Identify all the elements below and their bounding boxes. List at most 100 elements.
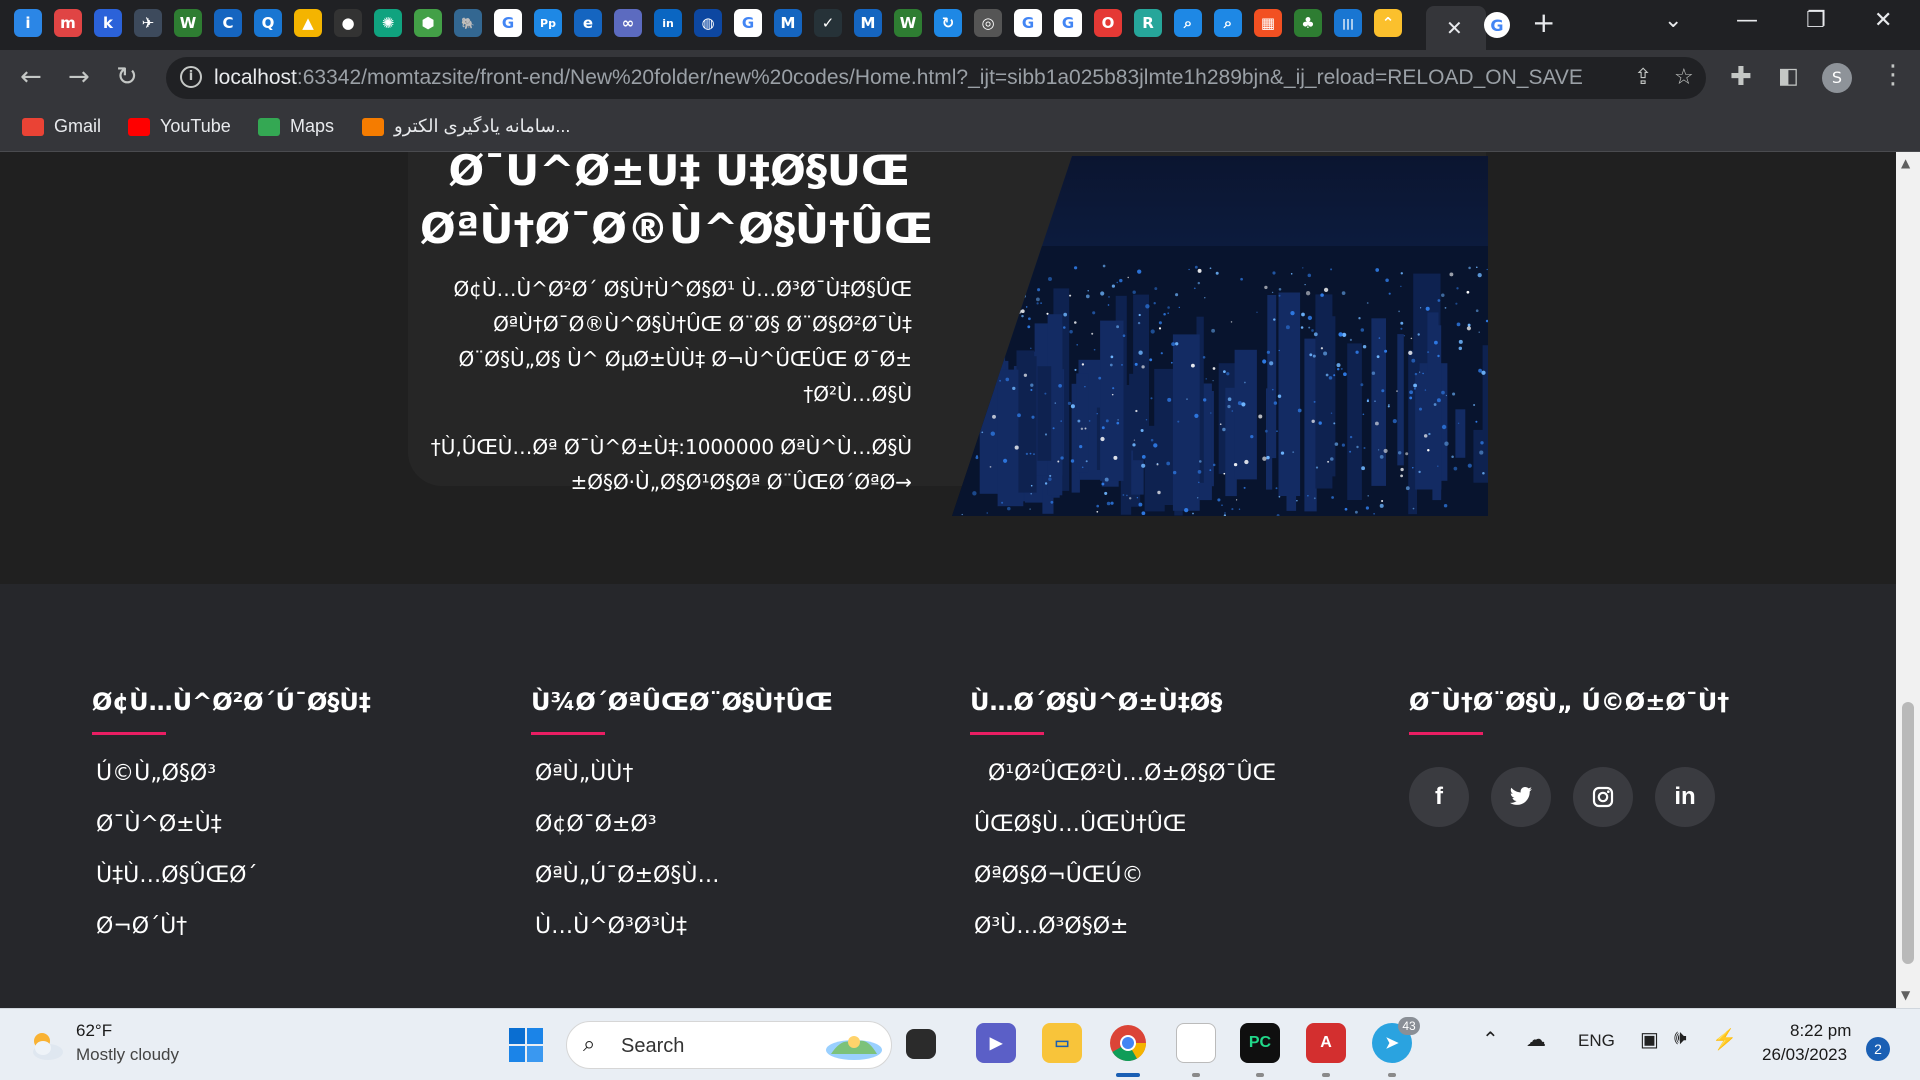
- jetbrains-toolbox-favicon[interactable]: i: [14, 9, 42, 37]
- notepad-icon[interactable]: [1176, 1023, 1216, 1063]
- onedrive-icon[interactable]: ☁: [1526, 1027, 1546, 1052]
- paper-plane-favicon[interactable]: ✈: [134, 9, 162, 37]
- bookmark-maps[interactable]: Maps: [258, 116, 334, 137]
- footer-link[interactable]: ÛŒØ§Ù…ÛŒÙ†ÛŒ: [970, 810, 1390, 861]
- battery-icon[interactable]: ⚡: [1712, 1027, 1737, 1052]
- bookmark-gmail[interactable]: Gmail: [22, 116, 101, 137]
- search-favicon-2[interactable]: ⌕: [1214, 9, 1242, 37]
- ted-favicon[interactable]: m: [54, 9, 82, 37]
- google-favicon-2[interactable]: G: [734, 9, 762, 37]
- extensions-icon[interactable]: ✚: [1730, 62, 1752, 92]
- footer-link[interactable]: ØªÙ„Ú¯Ø±Ø§Ù…: [531, 861, 951, 912]
- volume-icon[interactable]: 🕪: [1674, 1027, 1687, 1050]
- pycharm-icon[interactable]: PC: [1240, 1023, 1280, 1063]
- mql5-favicon-2[interactable]: M: [854, 9, 882, 37]
- footer-link[interactable]: Ø¬Ø´Ù†: [92, 912, 512, 963]
- hex-favicon[interactable]: ⬢: [414, 9, 442, 37]
- globe-blue-favicon[interactable]: ◍: [694, 9, 722, 37]
- facebook-icon[interactable]: f: [1409, 767, 1469, 827]
- c-favicon[interactable]: C: [214, 9, 242, 37]
- new-tab-button[interactable]: +: [1532, 6, 1555, 39]
- google-tab-favicon[interactable]: G: [1484, 12, 1510, 38]
- drive-favicon[interactable]: ▲: [294, 9, 322, 37]
- chrome-taskbar-icon[interactable]: [1108, 1023, 1148, 1063]
- footer-link[interactable]: ØªÙ„ÙÙ†: [531, 759, 951, 810]
- linkedin-favicon[interactable]: in: [654, 9, 682, 37]
- github-favicon[interactable]: ●: [334, 9, 362, 37]
- scroll-down-icon[interactable]: ▼: [1901, 988, 1910, 1002]
- restore-button[interactable]: ❐: [1806, 8, 1826, 33]
- google-favicon-3[interactable]: G: [1014, 9, 1042, 37]
- google-favicon-4[interactable]: G: [1054, 9, 1082, 37]
- arrow-favicon[interactable]: ⌃: [1374, 9, 1402, 37]
- twitter-icon[interactable]: [1491, 767, 1551, 827]
- back-icon[interactable]: ←: [20, 62, 42, 92]
- w-favicon-2[interactable]: W: [894, 9, 922, 37]
- footer-link[interactable]: Ø³Ù…Ø³Ø§Ø±: [970, 912, 1390, 963]
- q-favicon[interactable]: Q: [254, 9, 282, 37]
- active-tab[interactable]: ✕: [1426, 6, 1486, 50]
- bookmark-star-icon[interactable]: ☆: [1674, 65, 1694, 90]
- tab-search-icon[interactable]: ⌄: [1664, 8, 1682, 33]
- site-info-icon[interactable]: i: [180, 66, 202, 88]
- e-favicon[interactable]: e: [574, 9, 602, 37]
- scroll-up-icon[interactable]: ▲: [1901, 156, 1910, 170]
- clock-time[interactable]: 8:22 pm: [1790, 1021, 1851, 1041]
- reload-icon[interactable]: ↻: [116, 62, 138, 92]
- chevron-up-icon[interactable]: ⌃: [1482, 1027, 1499, 1052]
- language-indicator[interactable]: ENG: [1578, 1031, 1615, 1051]
- url-text[interactable]: localhost:63342/momtazsite/front-end/New…: [214, 66, 1583, 90]
- link-favicon[interactable]: ∞: [614, 9, 642, 37]
- network-icon[interactable]: ▣: [1640, 1027, 1659, 1052]
- pp-favicon[interactable]: Pp: [534, 9, 562, 37]
- instagram-icon[interactable]: [1573, 767, 1633, 827]
- share-icon[interactable]: ⇪: [1634, 65, 1652, 90]
- google-favicon-1[interactable]: G: [494, 9, 522, 37]
- globe-favicon[interactable]: ◎: [974, 9, 1002, 37]
- footer-link[interactable]: ØªØ§Ø¬ÛŒÚ©: [970, 861, 1390, 912]
- footer-link[interactable]: Ø¹Ø²ÛŒØ²Ù…Ø±Ø§Ø¯ÛŒ: [970, 759, 1390, 810]
- footer-link[interactable]: Ù‡Ù…Ø§ÛŒØ´: [92, 861, 512, 912]
- chatgpt-favicon[interactable]: ✺: [374, 9, 402, 37]
- pycharm-favicon[interactable]: R: [1134, 9, 1162, 37]
- refresh-favicon[interactable]: ↻: [934, 9, 962, 37]
- scroll-thumb[interactable]: [1902, 702, 1914, 964]
- footer-link[interactable]: Ø¯Ù^Ø±Ù‡: [92, 810, 512, 861]
- bookmark-youtube[interactable]: YouTube: [128, 116, 231, 137]
- close-window-button[interactable]: ✕: [1874, 8, 1892, 33]
- w-favicon[interactable]: W: [174, 9, 202, 37]
- page-scrollbar[interactable]: ▲ ▼: [1896, 152, 1920, 1008]
- postgres-favicon[interactable]: 🐘: [454, 9, 482, 37]
- mql5-favicon-1[interactable]: M: [774, 9, 802, 37]
- windows-start-icon[interactable]: [508, 1027, 544, 1063]
- weather-description[interactable]: Mostly cloudy: [76, 1045, 179, 1065]
- k-favicon[interactable]: k: [94, 9, 122, 37]
- bookmark-lms[interactable]: سامانه یادگیری الکترو...: [362, 116, 570, 137]
- footer-link[interactable]: Ø¢Ø¯Ø±Ø³: [531, 810, 951, 861]
- notification-badge[interactable]: 2: [1866, 1037, 1890, 1061]
- task-view-icon[interactable]: [906, 1029, 936, 1059]
- check-favicon[interactable]: ✓: [814, 9, 842, 37]
- profile-avatar[interactable]: S: [1822, 63, 1852, 93]
- teams-chat-icon[interactable]: ▶: [976, 1023, 1016, 1063]
- cloudy-weather-icon[interactable]: [26, 1025, 66, 1065]
- weather-temperature[interactable]: 62°F: [76, 1021, 112, 1041]
- opera-favicon[interactable]: O: [1094, 9, 1122, 37]
- footer-link[interactable]: Ù…Ù^Ø³Ø³Ù‡: [531, 912, 951, 963]
- forward-icon[interactable]: →: [68, 62, 90, 92]
- side-panel-icon[interactable]: ◧: [1778, 62, 1799, 92]
- address-bar[interactable]: i localhost:63342/momtazsite/front-end/N…: [166, 57, 1706, 99]
- search-favicon-1[interactable]: ⌕: [1174, 9, 1202, 37]
- tree-favicon[interactable]: ♣: [1294, 9, 1322, 37]
- more-info-link[interactable]: ±Ø§Ø·Ù„Ø§Ø¹Ø§Øª Ø¨ÛŒØ´ØªØ→: [420, 465, 912, 500]
- file-explorer-icon[interactable]: ▭: [1042, 1023, 1082, 1063]
- microsoft-favicon[interactable]: ▦: [1254, 9, 1282, 37]
- linkedin-icon[interactable]: in: [1655, 767, 1715, 827]
- menu-icon[interactable]: ⋮: [1880, 60, 1906, 90]
- footer-link[interactable]: Ú©Ù„Ø§Ø³: [92, 759, 512, 810]
- clock-date[interactable]: 26/03/2023: [1762, 1045, 1847, 1065]
- taskbar-search[interactable]: ⌕ Search: [566, 1021, 892, 1069]
- bars-favicon[interactable]: |||: [1334, 9, 1362, 37]
- acrobat-icon[interactable]: A: [1306, 1023, 1346, 1063]
- minimize-button[interactable]: —: [1736, 8, 1758, 33]
